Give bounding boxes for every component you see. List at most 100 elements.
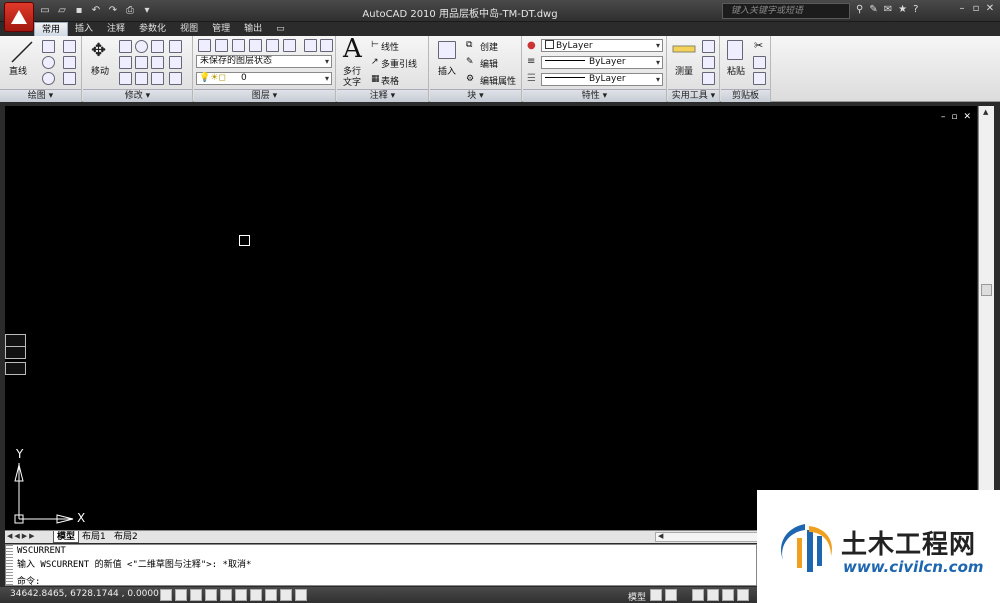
command-prompt[interactable]: 命令: bbox=[17, 574, 40, 587]
stretch-icon[interactable] bbox=[119, 72, 132, 85]
multileader-icon[interactable]: ↗ bbox=[371, 57, 379, 67]
vertical-scrollbar[interactable]: ▲ bbox=[978, 106, 994, 530]
command-window[interactable]: WSCURRENT 输入 WSCURRENT 的新值 <"二维草图与注释">: … bbox=[5, 544, 757, 587]
panel-clipboard-title[interactable]: 剪贴板 bbox=[721, 89, 770, 102]
steering-wheel-button[interactable] bbox=[722, 589, 734, 601]
line-tool-icon[interactable] bbox=[10, 40, 34, 64]
favorites-icon[interactable]: ★ bbox=[898, 4, 907, 15]
panel-annotation-title[interactable]: 注释 ▾ bbox=[337, 89, 428, 102]
copy-clip-icon[interactable] bbox=[753, 56, 766, 69]
side-toolbar-button-3[interactable] bbox=[5, 362, 26, 375]
coordinate-readout[interactable]: 34642.8465, 6728.1744 , 0.0000 bbox=[10, 589, 159, 599]
tab-home[interactable]: 常用 bbox=[34, 22, 69, 36]
object-snap-tracking-button[interactable] bbox=[235, 589, 247, 601]
layer-off-icon[interactable] bbox=[249, 39, 262, 52]
table-icon[interactable]: ▦ bbox=[371, 74, 380, 84]
viewport-minimize-icon[interactable]: – bbox=[941, 112, 946, 122]
calculator-icon[interactable] bbox=[702, 72, 715, 85]
cut-icon[interactable]: ✂ bbox=[754, 39, 763, 52]
tab-output[interactable]: 输出 bbox=[237, 22, 269, 36]
open-file-icon[interactable]: ▱ bbox=[55, 4, 69, 17]
dynamic-ucs-button[interactable] bbox=[250, 589, 262, 601]
edit-block-label[interactable]: 编辑 bbox=[480, 57, 498, 70]
redo-icon[interactable]: ↷ bbox=[106, 4, 120, 17]
search-input[interactable]: 键入关键字或短语 bbox=[722, 3, 850, 19]
panel-block-title[interactable]: 块 ▾ bbox=[430, 89, 521, 102]
layer-freeze-icon[interactable] bbox=[266, 39, 279, 52]
insert-block-label[interactable]: 插入 bbox=[438, 64, 456, 77]
polyline-icon[interactable] bbox=[42, 40, 55, 53]
match-properties-icon[interactable] bbox=[753, 72, 766, 85]
panel-draw-title[interactable]: 绘图 ▾ bbox=[0, 89, 81, 102]
layer-match-icon[interactable] bbox=[304, 39, 317, 52]
help-icon[interactable]: ? bbox=[913, 4, 918, 15]
showmotion-button[interactable] bbox=[737, 589, 749, 601]
subscription-icon[interactable]: ✎ bbox=[869, 4, 877, 15]
layer-properties-icon[interactable] bbox=[198, 39, 211, 52]
multileader-label[interactable]: 多重引线 bbox=[381, 57, 417, 70]
model-space-label[interactable]: 模型 bbox=[628, 590, 646, 603]
arc-icon[interactable] bbox=[63, 40, 76, 53]
qat-dropdown-icon[interactable]: ▾ bbox=[140, 4, 154, 17]
copy-icon[interactable] bbox=[119, 56, 132, 69]
tab-model[interactable]: 模型 bbox=[53, 531, 80, 543]
table-label[interactable]: 表格 bbox=[381, 74, 399, 87]
close-icon[interactable]: ✕ bbox=[984, 3, 996, 17]
ribbon-minimize-icon[interactable]: ▭ bbox=[269, 22, 292, 36]
restore-icon[interactable]: ▫ bbox=[970, 3, 982, 17]
linetype-dropdown[interactable]: ByLayer bbox=[541, 56, 663, 69]
application-menu-button[interactable] bbox=[4, 2, 34, 32]
tab-manage[interactable]: 管理 bbox=[205, 22, 237, 36]
scale-icon[interactable] bbox=[135, 72, 148, 85]
scroll-left-icon[interactable]: ◀ bbox=[658, 532, 663, 540]
tab-parametric[interactable]: 参数化 bbox=[132, 22, 173, 36]
trim-icon[interactable] bbox=[135, 40, 148, 53]
edit-block-icon[interactable]: ✎ bbox=[466, 57, 474, 67]
layer-state-icon[interactable] bbox=[215, 39, 228, 52]
tab-view[interactable]: 视图 bbox=[173, 22, 205, 36]
undo-icon[interactable]: ↶ bbox=[89, 4, 103, 17]
multiline-text-icon[interactable]: A bbox=[343, 34, 362, 64]
viewport-close-icon[interactable]: ✕ bbox=[963, 112, 971, 122]
id-point-icon[interactable] bbox=[702, 56, 715, 69]
panel-modify-title[interactable]: 修改 ▾ bbox=[83, 89, 192, 102]
offset-icon[interactable] bbox=[169, 72, 182, 85]
dim-linear-icon[interactable]: ⊢ bbox=[371, 40, 379, 50]
tab-layout1[interactable]: 布局1 bbox=[79, 531, 109, 543]
edit-attributes-label[interactable]: 编辑属性 bbox=[480, 74, 516, 87]
binoculars-icon[interactable]: ⚲ bbox=[856, 4, 863, 15]
layer-lock-icon[interactable] bbox=[283, 39, 296, 52]
drawing-canvas[interactable]: – ▫ ✕ Y X bbox=[5, 106, 977, 530]
object-snap-button[interactable] bbox=[220, 589, 232, 601]
panel-utilities-title[interactable]: 实用工具 ▾ bbox=[668, 89, 719, 102]
color-wheel-icon[interactable]: ● bbox=[527, 40, 536, 51]
scroll-thumb[interactable] bbox=[981, 284, 992, 296]
color-dropdown[interactable]: ByLayer bbox=[541, 39, 663, 52]
explode-icon[interactable] bbox=[169, 56, 182, 69]
scroll-up-icon[interactable]: ▲ bbox=[983, 108, 988, 116]
tab-layout2[interactable]: 布局2 bbox=[111, 531, 141, 543]
layout-nav-arrows-icon[interactable]: ◀◀▶▶ bbox=[7, 532, 37, 540]
paste-label[interactable]: 粘贴 bbox=[727, 64, 745, 77]
new-file-icon[interactable]: ▭ bbox=[38, 4, 52, 17]
edit-attributes-icon[interactable]: ⚙ bbox=[466, 74, 474, 84]
side-toolbar-button-2[interactable] bbox=[5, 346, 26, 359]
lineweight-dropdown[interactable]: ByLayer bbox=[541, 73, 663, 86]
measure-icon[interactable] bbox=[672, 42, 696, 56]
circle-icon[interactable] bbox=[42, 56, 55, 69]
panel-properties-title[interactable]: 特性 ▾ bbox=[523, 89, 666, 102]
extend-icon[interactable] bbox=[151, 40, 164, 53]
snap-mode-button[interactable] bbox=[160, 589, 172, 601]
pan-button[interactable] bbox=[692, 589, 704, 601]
grid-display-button[interactable] bbox=[175, 589, 187, 601]
quick-view-layouts-button[interactable] bbox=[650, 589, 662, 601]
quick-view-drawings-button[interactable] bbox=[665, 589, 677, 601]
zoom-button[interactable] bbox=[707, 589, 719, 601]
hatch-icon[interactable] bbox=[63, 72, 76, 85]
line-tool-label[interactable]: 直线 bbox=[9, 64, 27, 77]
communication-icon[interactable]: ✉ bbox=[884, 4, 892, 15]
print-icon[interactable]: ⎙ bbox=[123, 4, 137, 17]
rotate-icon[interactable] bbox=[119, 40, 132, 53]
mirror-icon[interactable] bbox=[135, 56, 148, 69]
quick-select-icon[interactable] bbox=[702, 40, 715, 53]
